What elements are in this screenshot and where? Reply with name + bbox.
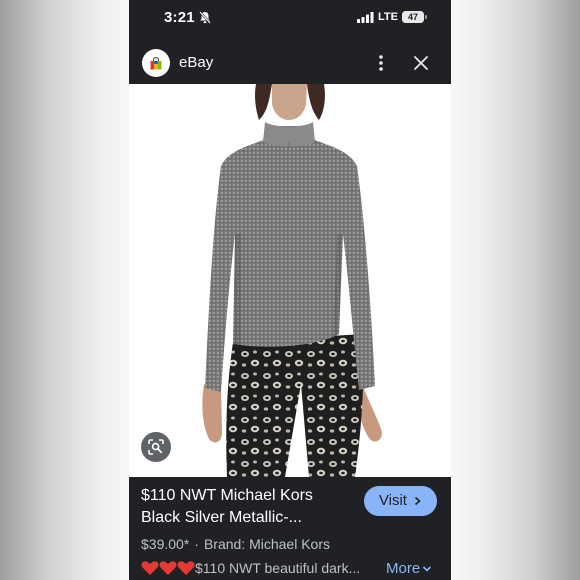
description-row: $110 NWT beautiful dark... More [141, 560, 441, 580]
result-meta: $39.00* · Brand: Michael Kors [141, 536, 330, 552]
bell-off-icon [199, 11, 211, 24]
app-logo [142, 49, 170, 77]
chevron-down-icon [423, 566, 432, 572]
network-type: LTE [378, 11, 398, 23]
meta-separator: · [194, 536, 199, 552]
lens-search-button[interactable] [141, 432, 171, 462]
more-vert-icon[interactable] [374, 53, 388, 73]
price: $39.00* [141, 536, 190, 552]
battery-level: 47 [402, 11, 424, 23]
battery-tip [425, 15, 427, 19]
lens-search-icon [148, 439, 164, 455]
close-icon[interactable] [413, 55, 429, 71]
ebay-bag-icon [150, 57, 162, 70]
result-description: $110 NWT beautiful dark... [195, 560, 361, 576]
app-header: eBay [129, 43, 451, 83]
app-title: eBay [179, 54, 214, 71]
signal-icon [357, 12, 374, 23]
visit-label: Visit [378, 492, 407, 509]
status-time: 3:21 [164, 9, 195, 26]
battery-icon: 47 [402, 11, 427, 23]
status-bar: 3:21 LTE 47 [129, 0, 451, 36]
result-info-panel: $110 NWT Michael Kors Black Silver Metal… [129, 477, 451, 580]
brand: Brand: Michael Kors [203, 536, 331, 552]
visit-button[interactable]: Visit [364, 486, 437, 516]
product-photo [202, 84, 382, 477]
chevron-right-icon [415, 496, 421, 506]
phone-screen: 3:21 LTE 47 eBay $110 NWT Michael Kors B… [129, 0, 451, 580]
product-image[interactable] [129, 84, 451, 477]
more-link[interactable]: More [386, 560, 432, 577]
result-title[interactable]: $110 NWT Michael Kors Black Silver Metal… [141, 485, 351, 529]
hearts-emoji [141, 561, 195, 575]
more-label: More [386, 560, 421, 577]
